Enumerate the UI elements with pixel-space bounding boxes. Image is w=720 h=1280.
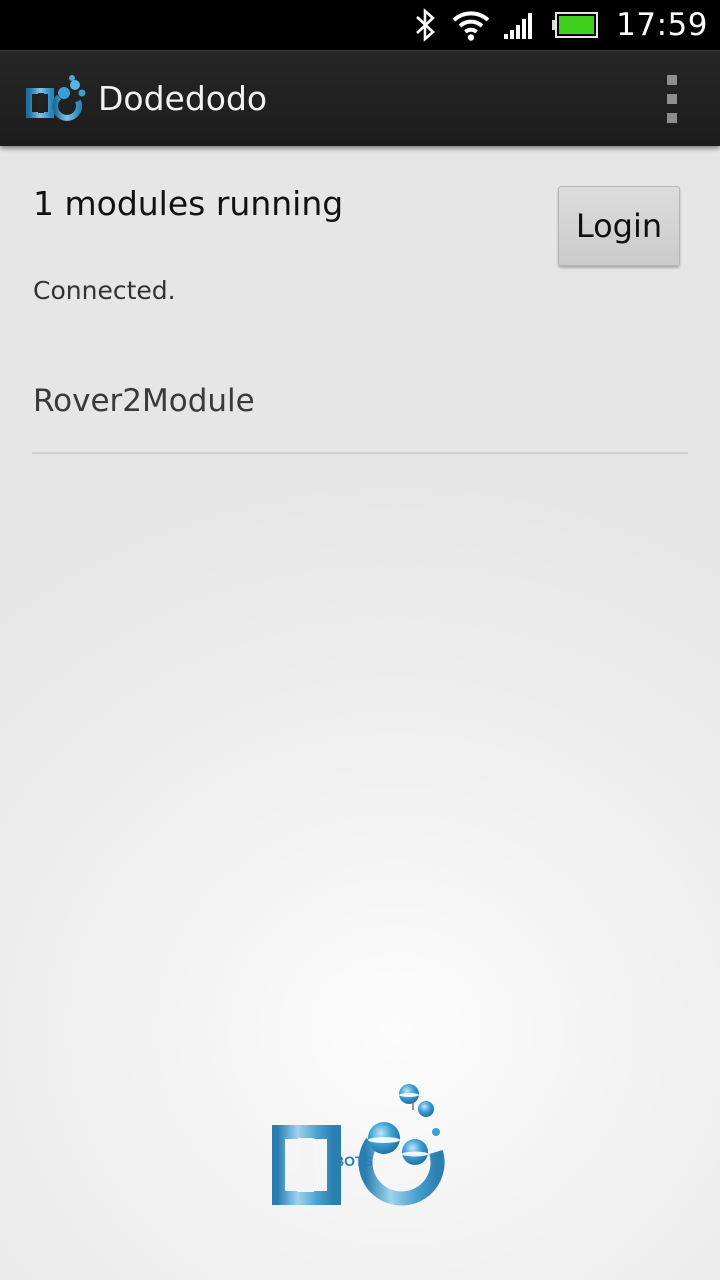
wifi-icon [452, 9, 490, 41]
menu-dot [667, 113, 677, 123]
main-content: 1 modules running Login Connected. Rover… [0, 146, 720, 1280]
status-bar: 17:59 [0, 0, 720, 50]
module-name: Rover2Module [33, 383, 255, 419]
logo-text: BOTS [334, 1153, 373, 1169]
login-button[interactable]: Login [558, 186, 680, 266]
app-title: Dodedodo [98, 79, 268, 118]
dobots-logo-icon: BOTS [271, 1080, 448, 1210]
app-logo-icon[interactable] [26, 73, 86, 123]
overflow-menu-icon[interactable] [660, 75, 684, 123]
modules-running-text: 1 modules running [33, 184, 344, 223]
status-time: 17:59 [616, 7, 708, 43]
connection-status: Connected. [33, 276, 176, 305]
bluetooth-icon [414, 8, 438, 42]
signal-icon [504, 10, 538, 40]
module-list: Rover2Module [32, 356, 688, 454]
list-item[interactable]: Rover2Module [32, 356, 688, 454]
menu-dot [667, 94, 677, 104]
battery-icon [552, 12, 599, 38]
action-bar: Dodedodo [0, 50, 720, 146]
menu-dot [667, 75, 677, 85]
